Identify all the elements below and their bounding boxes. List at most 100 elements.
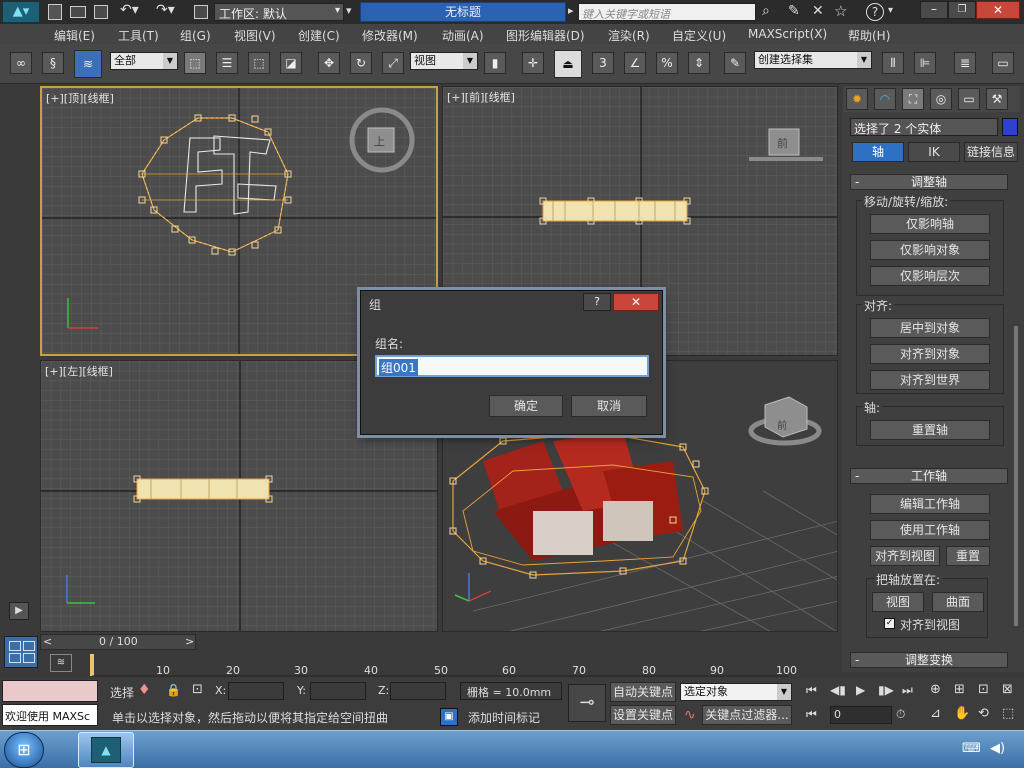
dialog-title-bar[interactable]: 组 ? ✕ [361,291,662,315]
viewcube-front-face[interactable]: 前 [777,135,788,151]
bind-space-warp-icon[interactable]: ≋ [74,50,102,78]
select-by-name-icon[interactable]: ☰ [216,52,238,74]
set-key-button[interactable]: 设置关键点 [610,705,676,725]
menu-create[interactable]: 创建(C) [298,27,340,44]
edit-named-selection-icon[interactable]: ✎ [724,52,746,74]
toggle-arrow-icon[interactable]: ▾ [346,4,352,17]
reference-coordinate-dropdown[interactable]: 视图 ▼ [410,52,478,70]
maximize-button[interactable]: ❐ [948,1,976,19]
reset-pivot-button[interactable]: 重置轴 [870,420,990,440]
favorites-star-icon[interactable]: ☆ [834,2,847,20]
center-to-object-button[interactable]: 居中到对象 [870,318,990,338]
menu-help[interactable]: 帮助(H) [848,27,890,44]
render-setup-icon[interactable]: ▭ [992,52,1014,74]
search-expand-icon[interactable]: ▸ [568,4,574,17]
new-file-icon[interactable] [48,4,62,20]
unlink-icon[interactable]: § [42,52,64,74]
viewport-top-label[interactable]: [+][顶][线框] [46,90,114,106]
windows-start-icon[interactable]: ⊞ [4,732,44,768]
save-file-icon[interactable] [94,5,108,19]
x-coord-field[interactable] [228,682,284,700]
zoom-icon[interactable]: ⊕ [930,682,941,697]
dialog-cancel-button[interactable]: 取消 [571,395,647,417]
zoom-extents-all-icon[interactable]: ⊠ [1002,682,1013,697]
tab-ik[interactable]: IK [908,142,960,162]
affect-object-only-button[interactable]: 仅影响对象 [870,240,990,260]
absolute-mode-icon[interactable]: ⊡ [192,682,203,697]
rollout-adjust-pivot-header[interactable]: - 调整轴 [850,174,1008,190]
align-icon[interactable]: ⊫ [914,52,936,74]
align-to-world-button[interactable]: 对齐到世界 [870,370,990,390]
modify-tab-icon[interactable]: ◠ [874,88,896,110]
rectangle-selection-icon[interactable]: ⬚ [248,52,270,74]
reset-working-pivot-button[interactable]: 重置 [946,546,990,566]
communication-icon[interactable]: ✕ [812,3,824,19]
time-slider-next-icon[interactable]: > [185,635,194,648]
viewcube-top-face[interactable]: 上 [374,133,385,149]
align-to-object-button[interactable]: 对齐到对象 [870,344,990,364]
close-button[interactable]: ✕ [976,1,1020,19]
project-folder-icon[interactable] [194,5,208,19]
tab-link-info[interactable]: 链接信息 [964,142,1018,162]
auto-key-button[interactable]: 自动关键点 [610,682,676,702]
menu-graph-editors[interactable]: 图形编辑器(D) [506,27,585,44]
field-of-view-icon[interactable]: ⊿ [930,706,941,721]
workspace-dropdown[interactable]: 工作区: 默认 ▾ [214,3,344,21]
menu-edit[interactable]: 编辑(E) [54,27,95,44]
angle-snap-icon[interactable]: ∠ [624,52,646,74]
keyboard-shortcut-icon[interactable]: ⏏ [554,50,582,78]
selection-info-field[interactable]: 选择了 2 个实体 [850,118,998,136]
selection-color-swatch[interactable] [1002,118,1018,136]
add-time-tag-label[interactable]: 添加时间标记 [468,709,540,726]
keyboard-tray-icon[interactable]: ⌨ [962,741,981,756]
group-name-input[interactable]: 组001 [375,355,649,377]
orbit-icon[interactable]: ⟲ [978,706,989,721]
volume-tray-icon[interactable]: ◀) [990,741,1005,756]
scale-icon[interactable]: ⤢ [382,52,404,74]
binoculars-icon[interactable]: ⌕ [762,3,770,19]
current-frame-field[interactable]: 0 [830,706,892,724]
help-icon[interactable]: ? [866,3,884,21]
help-dropdown-icon[interactable]: ▾ [888,5,893,16]
pivot-center-icon[interactable]: ▮ [484,52,506,74]
redo-icon[interactable]: ↷▾ [156,2,175,18]
viewport-layout-button[interactable] [4,636,38,668]
expand-track-icon[interactable]: ▶ [9,602,29,620]
menu-rendering[interactable]: 渲染(R) [608,27,650,44]
menu-animation[interactable]: 动画(A) [442,27,484,44]
rollout-working-pivot-header[interactable]: - 工作轴 [850,468,1008,484]
percent-snap-icon[interactable]: % [656,52,678,74]
menu-group[interactable]: 组(G) [180,27,211,44]
use-working-pivot-button[interactable]: 使用工作轴 [870,520,990,540]
menu-tools[interactable]: 工具(T) [118,27,159,44]
time-config-icon[interactable]: ⏱ [896,707,905,722]
pan-view-icon[interactable]: ✋ [954,706,970,721]
wrench-icon[interactable]: ✎ [788,3,800,19]
layer-manager-icon[interactable]: ≣ [954,52,976,74]
zoom-extents-icon[interactable]: ⊡ [978,682,989,697]
next-frame-icon[interactable]: ▮▶ [878,683,894,697]
maxscript-input[interactable]: 欢迎使用 MAXSc [2,704,98,726]
menu-customize[interactable]: 自定义(U) [672,27,726,44]
viewcube-persp-face[interactable]: 前 [777,417,787,432]
go-to-end-icon[interactable]: ⏭ [902,683,913,698]
maxscript-listener-mini[interactable] [2,680,98,702]
snap-toggle-icon[interactable]: 3 [592,52,614,74]
create-tab-icon[interactable]: ✹ [846,88,868,110]
isolate-selection-icon[interactable]: ♦ [138,682,151,698]
align-to-view-button[interactable]: 对齐到视图 [870,546,940,566]
display-tab-icon[interactable]: ▭ [958,88,980,110]
edit-working-pivot-button[interactable]: 编辑工作轴 [870,494,990,514]
place-surface-button[interactable]: 曲面 [932,592,984,612]
affect-pivot-only-button[interactable]: 仅影响轴 [870,214,990,234]
zoom-all-icon[interactable]: ⊞ [954,682,965,697]
motion-tab-icon[interactable]: ◎ [930,88,952,110]
tab-pivot[interactable]: 轴 [852,142,904,162]
track-bar[interactable]: ≋ 10 20 30 40 50 60 70 80 90 100 [42,652,840,678]
time-tag-icon[interactable]: ▣ [440,708,458,726]
utilities-tab-icon[interactable]: ⚒ [986,88,1008,110]
hierarchy-tab-icon[interactable]: ⛶ [902,88,924,110]
viewport-front-label[interactable]: [+][前][线框] [447,89,515,105]
key-filters-button[interactable]: 关键点过滤器... [702,705,792,725]
viewport-left-label[interactable]: [+][左][线框] [45,363,113,379]
